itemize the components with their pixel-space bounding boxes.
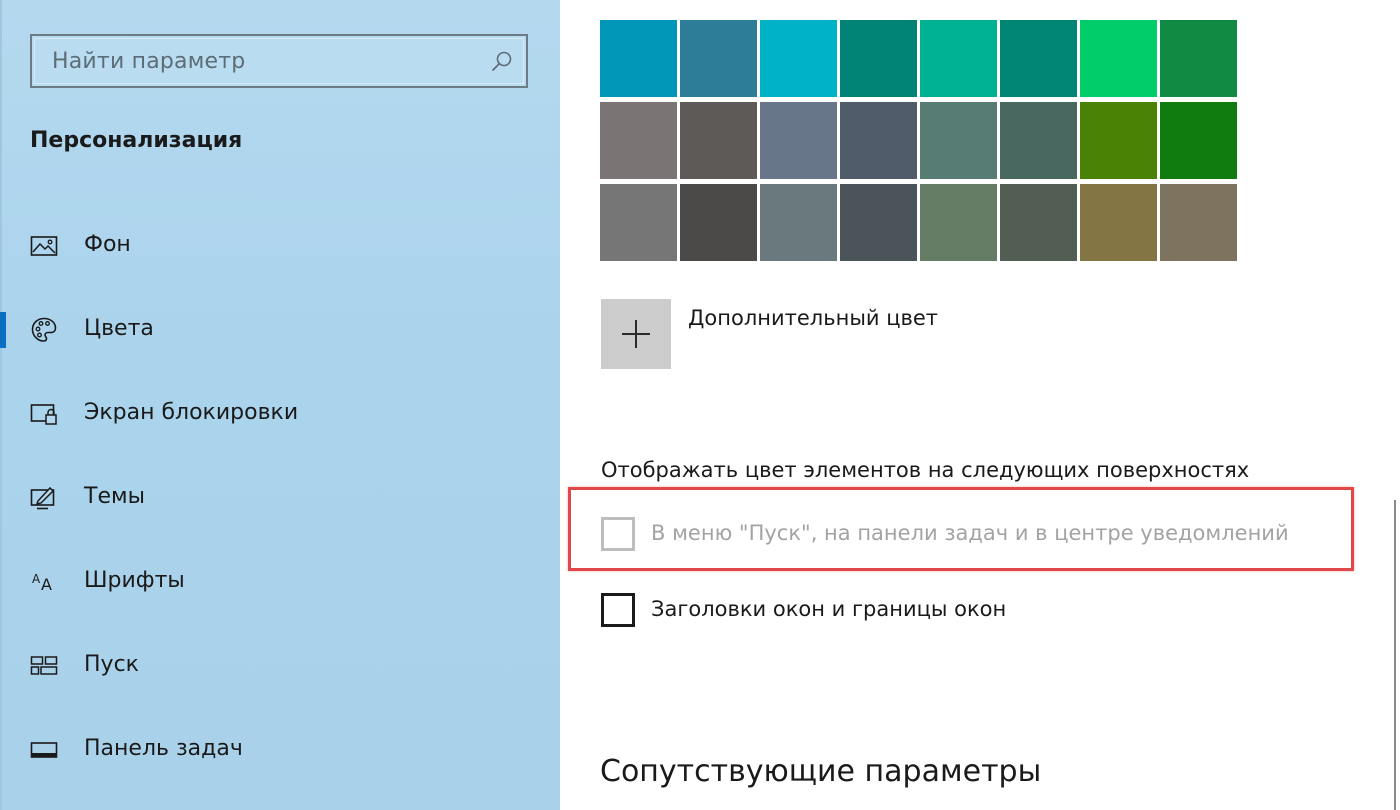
color-swatch[interactable]: [1000, 102, 1077, 179]
custom-color-button[interactable]: [601, 299, 671, 369]
color-swatch[interactable]: [840, 184, 917, 261]
color-swatch[interactable]: [840, 102, 917, 179]
color-swatch[interactable]: [1160, 102, 1237, 179]
settings-window: Найти параметр Персонализация Фон Цвета …: [0, 0, 1400, 810]
sidebar-item-label: Цвета: [84, 316, 154, 341]
color-swatch[interactable]: [600, 102, 677, 179]
color-swatch[interactable]: [1080, 20, 1157, 97]
themes-icon: [30, 486, 55, 510]
sidebar-item-label: Темы: [84, 484, 145, 509]
start-taskbar-label: В меню "Пуск", на панели задач и в центр…: [651, 521, 1289, 545]
color-swatch[interactable]: [1160, 20, 1237, 97]
color-swatch[interactable]: [1000, 20, 1077, 97]
color-swatch[interactable]: [920, 184, 997, 261]
lock-screen-icon: [30, 404, 57, 425]
sidebar-item-lock-screen[interactable]: Экран блокировки: [0, 384, 560, 444]
start-icon: [30, 656, 58, 675]
sidebar-item-label: Шрифты: [84, 568, 185, 593]
color-swatch[interactable]: [680, 102, 757, 179]
color-swatch[interactable]: [1080, 102, 1157, 179]
sidebar-item-label: Панель задач: [84, 736, 243, 761]
color-swatch[interactable]: [840, 20, 917, 97]
svg-text:A: A: [32, 572, 41, 586]
surfaces-heading: Отображать цвет элементов на следующих п…: [601, 458, 1250, 482]
color-swatch[interactable]: [920, 20, 997, 97]
sidebar: Найти параметр Персонализация Фон Цвета …: [0, 0, 560, 810]
color-swatch[interactable]: [1080, 184, 1157, 261]
color-swatch[interactable]: [760, 184, 837, 261]
title-bars-label: Заголовки окон и границы окон: [651, 597, 1007, 621]
palette-icon: [31, 317, 57, 342]
title-bars-checkbox[interactable]: [601, 593, 635, 627]
color-swatch[interactable]: [760, 20, 837, 97]
search-icon[interactable]: [490, 50, 514, 74]
color-swatch[interactable]: [920, 102, 997, 179]
sidebar-item-themes[interactable]: Темы: [0, 468, 560, 528]
sidebar-item-start[interactable]: Пуск: [0, 636, 560, 696]
sidebar-item-fonts[interactable]: A A Шрифты: [0, 552, 560, 612]
image-icon: [30, 236, 58, 256]
accent-color-grid: [600, 20, 1244, 264]
color-swatch[interactable]: [600, 184, 677, 261]
related-settings-heading: Сопутствующие параметры: [600, 754, 1042, 789]
color-swatch[interactable]: [1000, 184, 1077, 261]
sidebar-item-colors[interactable]: Цвета: [0, 300, 560, 360]
search-box[interactable]: Найти параметр: [30, 34, 528, 88]
search-input[interactable]: Найти параметр: [52, 49, 245, 74]
custom-color-label[interactable]: Дополнительный цвет: [688, 306, 938, 330]
sidebar-item-label: Экран блокировки: [84, 400, 299, 425]
sidebar-item-label: Фон: [84, 232, 131, 257]
scrollbar[interactable]: [1394, 500, 1396, 810]
color-swatch[interactable]: [600, 20, 677, 97]
color-swatch[interactable]: [1160, 184, 1237, 261]
sidebar-item-taskbar[interactable]: Панель задач: [0, 720, 560, 780]
color-swatch[interactable]: [680, 20, 757, 97]
section-title: Персонализация: [30, 128, 243, 153]
taskbar-icon: [30, 742, 58, 758]
color-swatch[interactable]: [680, 184, 757, 261]
main-content: Дополнительный цвет Отображать цвет элем…: [560, 0, 1400, 810]
fonts-icon: A A: [32, 572, 52, 594]
start-taskbar-checkbox[interactable]: [601, 517, 635, 551]
svg-text:A: A: [41, 575, 52, 594]
active-indicator: [0, 312, 6, 348]
color-swatch[interactable]: [760, 102, 837, 179]
sidebar-item-background[interactable]: Фон: [0, 216, 560, 276]
sidebar-item-label: Пуск: [84, 652, 139, 677]
